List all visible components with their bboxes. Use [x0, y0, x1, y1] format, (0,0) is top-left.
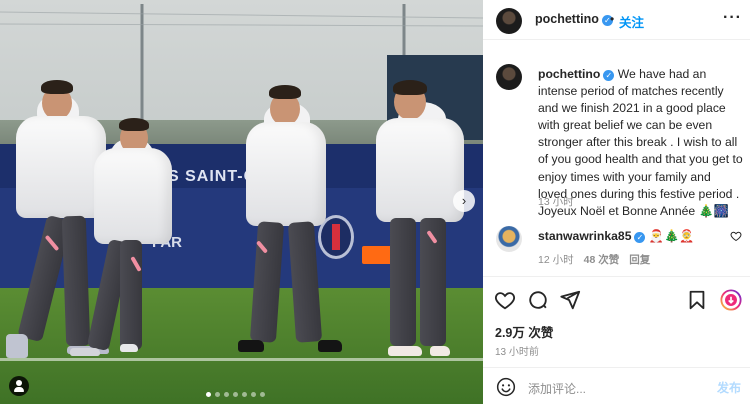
share-icon[interactable]: [559, 289, 581, 311]
likes-count[interactable]: 2.9万 次赞: [495, 322, 553, 341]
carousel-dot: [215, 392, 220, 397]
person-3: [238, 82, 342, 357]
carousel-dot: [260, 392, 265, 397]
comment-icon[interactable]: [527, 289, 549, 311]
post-side-panel: pochettino ✓ • 关注 ··· pochettino ✓ We have…: [483, 0, 750, 404]
carousel-dot: [242, 392, 247, 397]
add-comment-bar: 添加评论... 发布: [483, 367, 750, 404]
person-2: [70, 116, 179, 361]
chevron-right-icon: ›: [461, 193, 467, 208]
comment-username[interactable]: stanwawrinka85: [538, 229, 631, 243]
bookmark-icon[interactable]: [686, 289, 708, 311]
comment-meta: 12 小时 48 次赞 回复: [538, 252, 650, 267]
author-username-row[interactable]: pochettino ✓: [535, 12, 613, 26]
carousel-dot: [233, 392, 238, 397]
header-separator: •: [610, 12, 615, 26]
clips-icon[interactable]: [720, 289, 742, 311]
heart-icon[interactable]: [494, 289, 516, 311]
verified-badge-icon: ✓: [603, 70, 615, 81]
carousel-dot: [206, 392, 211, 397]
comment-text: 🎅🎄🤶: [648, 229, 695, 243]
post-header: pochettino ✓ • 关注 ···: [483, 0, 750, 40]
caption-avatar[interactable]: [496, 64, 522, 90]
posted-time[interactable]: 13 小时前: [495, 343, 539, 358]
user-tag-icon[interactable]: [9, 376, 29, 396]
person-4: [374, 80, 470, 362]
comment: stanwawrinka85 ✓ 🎅🎄🤶: [538, 229, 694, 243]
post-photo[interactable]: S SAINT-G AIN FAR: [0, 0, 483, 404]
emoji-icon[interactable]: [496, 377, 516, 397]
verified-badge-icon: ✓: [634, 232, 646, 243]
follow-button[interactable]: 关注: [619, 12, 644, 31]
caption-username[interactable]: pochettino: [538, 67, 600, 81]
comment-reply-button[interactable]: 回复: [629, 252, 650, 267]
carousel-indicator: [206, 392, 265, 397]
caption-time[interactable]: 13 小时: [538, 194, 574, 209]
carousel-dot: [224, 392, 229, 397]
commenter-avatar[interactable]: [496, 226, 522, 252]
more-options-icon[interactable]: ···: [723, 9, 742, 27]
carousel-dot: [251, 392, 256, 397]
post-comment-button[interactable]: 发布: [717, 379, 741, 396]
post-actions: 2.9万 次赞 13 小时前: [483, 276, 750, 376]
carousel-next-button[interactable]: ›: [453, 190, 475, 212]
author-avatar[interactable]: [496, 8, 522, 34]
comment-likes[interactable]: 48 次赞: [584, 252, 620, 267]
comment-input[interactable]: 添加评论...: [528, 380, 586, 397]
author-username[interactable]: pochettino: [535, 12, 599, 26]
comment-like-heart-icon[interactable]: [730, 230, 742, 242]
comment-time[interactable]: 12 小时: [538, 252, 574, 267]
